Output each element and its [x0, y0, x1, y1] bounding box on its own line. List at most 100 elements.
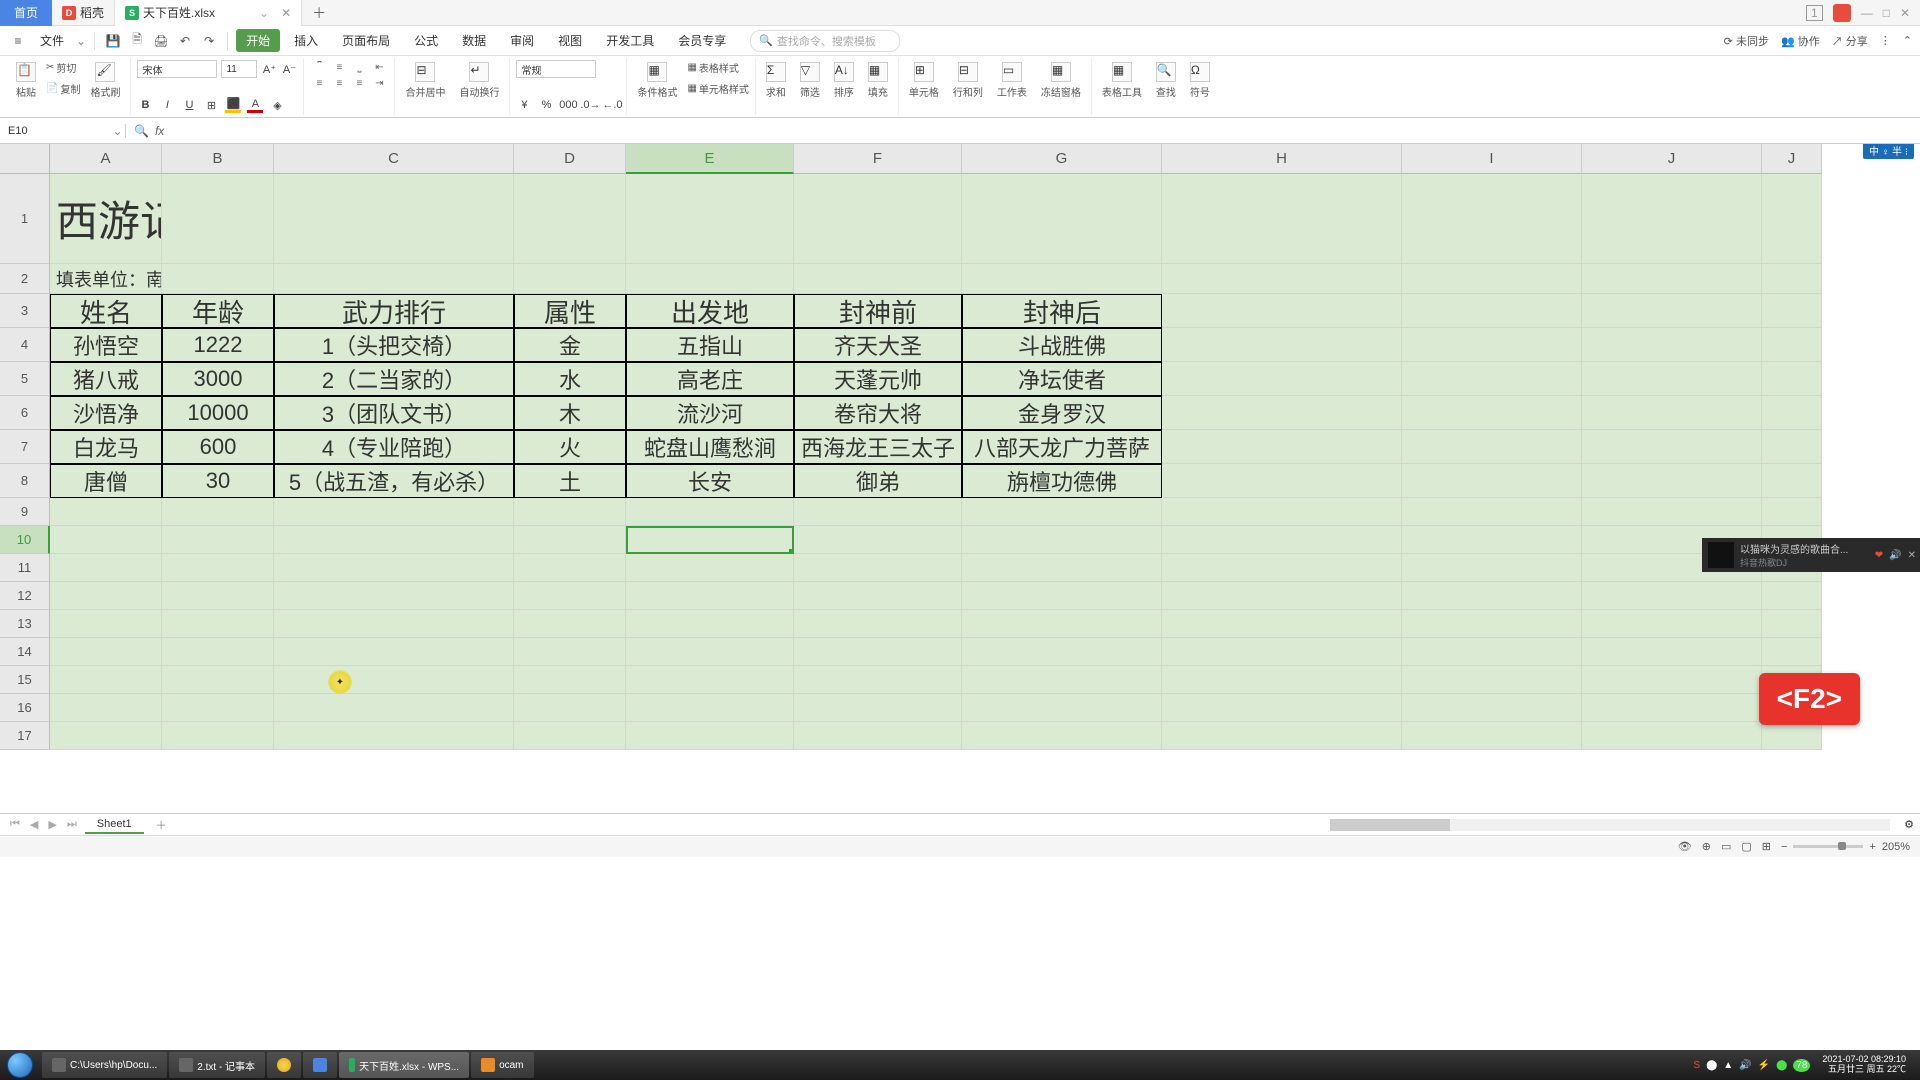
tray-icon[interactable]: ⚡ — [1758, 1060, 1770, 1071]
cell[interactable] — [514, 582, 626, 610]
tab-menu-icon[interactable]: ⌄ — [259, 6, 269, 20]
cell[interactable] — [794, 554, 962, 582]
cell[interactable]: 八部天龙广力菩萨 — [962, 430, 1162, 464]
cell[interactable] — [626, 264, 794, 294]
cell[interactable] — [1582, 638, 1762, 666]
cell[interactable]: 5（战五渣，有必杀） — [274, 464, 514, 498]
column-header[interactable]: J — [1582, 144, 1762, 174]
row-header[interactable]: 4 — [0, 328, 50, 362]
cell[interactable] — [794, 582, 962, 610]
cell[interactable] — [274, 582, 514, 610]
symbol-button[interactable]: Ω符号 — [1186, 60, 1214, 101]
paste-button[interactable]: 📋粘贴 — [12, 60, 40, 101]
cell[interactable] — [1402, 610, 1582, 638]
increase-font-icon[interactable]: A⁺ — [261, 61, 277, 77]
menu-member[interactable]: 会员专享 — [668, 29, 736, 52]
share-button[interactable]: ↗ 分享 — [1832, 33, 1868, 49]
cell[interactable] — [274, 722, 514, 750]
fill-button[interactable]: ▦填充 — [864, 60, 892, 101]
cell[interactable] — [1582, 264, 1762, 294]
cell[interactable]: 斗战胜佛 — [962, 328, 1162, 362]
cell[interactable] — [1402, 294, 1582, 328]
cell[interactable] — [1162, 362, 1402, 396]
cell[interactable] — [1582, 430, 1762, 464]
cell[interactable] — [794, 722, 962, 750]
cell[interactable] — [962, 264, 1162, 294]
cell[interactable]: 沙悟净 — [50, 396, 162, 430]
cell[interactable] — [1402, 430, 1582, 464]
cell[interactable] — [962, 638, 1162, 666]
effects-button[interactable]: ◈ — [269, 97, 285, 113]
view-page-icon[interactable]: ▢ — [1741, 840, 1751, 853]
cell[interactable] — [1402, 722, 1582, 750]
number-format-select[interactable]: 常规 — [516, 60, 596, 78]
cell[interactable] — [50, 498, 162, 526]
menu-review[interactable]: 审阅 — [500, 29, 544, 52]
cell[interactable]: 高老庄 — [626, 362, 794, 396]
cell[interactable] — [626, 582, 794, 610]
cell[interactable]: 土 — [514, 464, 626, 498]
fx-icon[interactable]: fx — [155, 124, 164, 138]
comma-icon[interactable]: 000 — [560, 97, 576, 113]
tray-icon[interactable]: ▲ — [1723, 1060, 1733, 1071]
cell[interactable] — [1402, 264, 1582, 294]
row-header[interactable]: 5 — [0, 362, 50, 396]
cell[interactable] — [1762, 328, 1822, 362]
menu-dev[interactable]: 开发工具 — [596, 29, 664, 52]
align-left-icon[interactable]: ≡ — [310, 76, 328, 90]
cell[interactable]: 3（团队文书） — [274, 396, 514, 430]
cell[interactable] — [162, 264, 274, 294]
font-size-select[interactable]: 11 — [221, 60, 257, 78]
menu-layout[interactable]: 页面布局 — [332, 29, 400, 52]
cell[interactable] — [794, 610, 962, 638]
cell[interactable] — [1402, 694, 1582, 722]
badge-one[interactable]: 1 — [1806, 5, 1823, 21]
cell[interactable]: 白龙马 — [50, 430, 162, 464]
cell[interactable]: 流沙河 — [626, 396, 794, 430]
condfmt-button[interactable]: ▦条件格式 — [633, 60, 681, 101]
row-header[interactable]: 16 — [0, 694, 50, 722]
cell[interactable]: 姓名 — [50, 294, 162, 328]
cell[interactable] — [1582, 666, 1762, 694]
cell[interactable] — [1762, 264, 1822, 294]
chevron-down-icon[interactable]: ⌄ — [76, 34, 86, 48]
cell[interactable] — [162, 694, 274, 722]
first-sheet-icon[interactable]: ⏮ — [8, 818, 22, 831]
cell[interactable] — [1402, 582, 1582, 610]
cell[interactable]: 火 — [514, 430, 626, 464]
cell[interactable] — [1162, 430, 1402, 464]
currency-icon[interactable]: ¥ — [516, 97, 532, 113]
cell[interactable] — [962, 526, 1162, 554]
start-button[interactable] — [0, 1050, 40, 1080]
oplus-icon[interactable]: ⊕ — [1702, 840, 1711, 853]
cell[interactable] — [626, 694, 794, 722]
taskbar-item[interactable]: ocam — [471, 1052, 533, 1078]
cell[interactable]: 出发地 — [626, 294, 794, 328]
cell[interactable] — [162, 610, 274, 638]
cell[interactable] — [1162, 264, 1402, 294]
cell[interactable]: 金身罗汉 — [962, 396, 1162, 430]
cell[interactable]: 属性 — [514, 294, 626, 328]
font-color-button[interactable]: A — [247, 97, 263, 113]
cell[interactable] — [514, 498, 626, 526]
column-header[interactable]: C — [274, 144, 514, 174]
cell[interactable] — [50, 722, 162, 750]
cell[interactable] — [162, 498, 274, 526]
maximize-button[interactable]: □ — [1883, 6, 1890, 20]
sum-button[interactable]: Σ求和 — [762, 60, 790, 101]
indent-inc-icon[interactable]: ⇥ — [370, 76, 388, 90]
cell[interactable] — [1162, 694, 1402, 722]
dec-dec-icon[interactable]: ←.0 — [604, 97, 620, 113]
tray-icon[interactable]: 78 — [1793, 1059, 1810, 1072]
cell[interactable] — [1762, 722, 1822, 750]
cell[interactable] — [514, 526, 626, 554]
decrease-font-icon[interactable]: A⁻ — [281, 61, 297, 77]
cell[interactable] — [162, 526, 274, 554]
cell[interactable] — [962, 722, 1162, 750]
cell[interactable] — [1582, 464, 1762, 498]
cell[interactable] — [1582, 582, 1762, 610]
tray-icon[interactable]: ⬤ — [1776, 1060, 1787, 1071]
cell[interactable]: 卷帘大将 — [794, 396, 962, 430]
name-box-dropdown[interactable]: ⌄ — [110, 124, 126, 138]
cell[interactable] — [626, 554, 794, 582]
